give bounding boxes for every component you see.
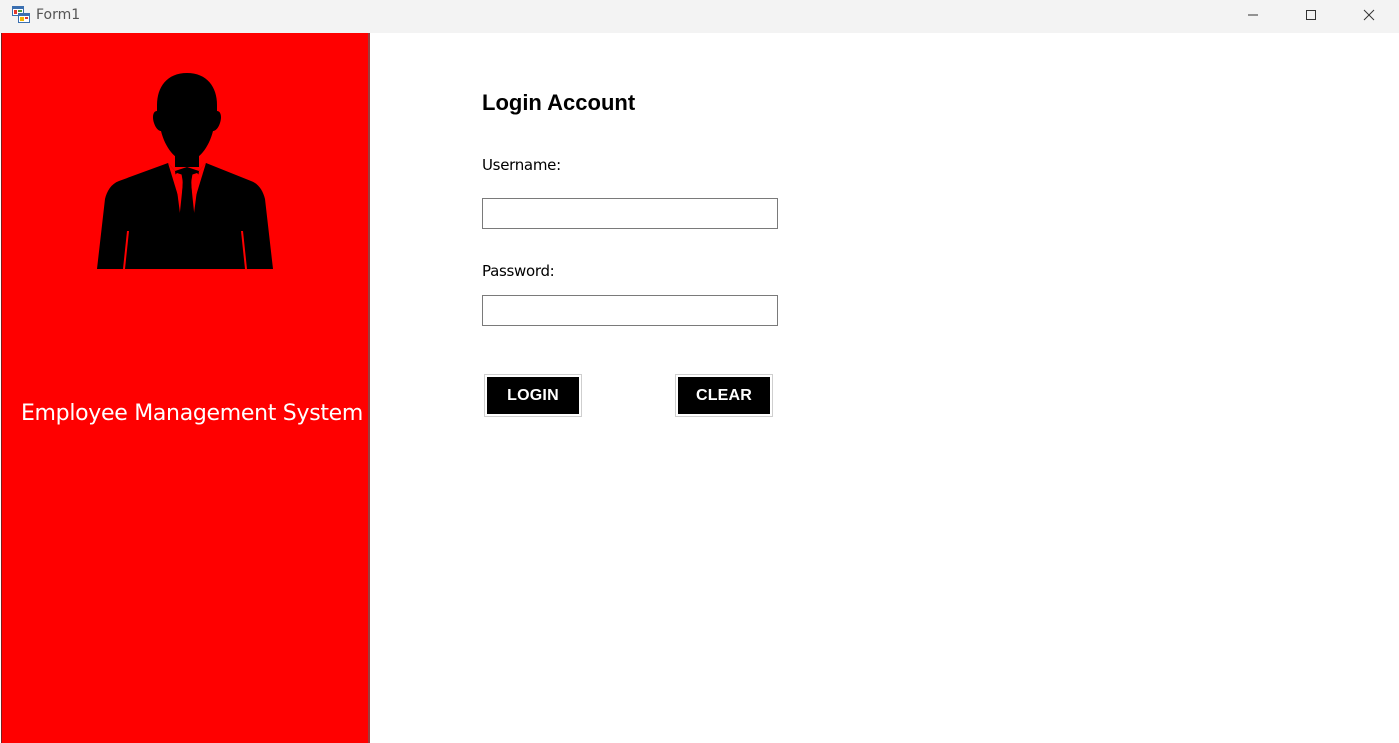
form-client-area: Employee Management System Login Account… <box>0 33 1399 743</box>
minimize-icon <box>1247 9 1259 21</box>
close-icon <box>1363 9 1375 21</box>
maximize-button[interactable] <box>1282 0 1340 30</box>
login-button-label: LOGIN <box>487 377 579 414</box>
password-label: Password: <box>482 262 555 280</box>
username-input[interactable] <box>482 198 778 229</box>
login-button[interactable]: LOGIN <box>484 374 582 417</box>
maximize-icon <box>1305 9 1317 21</box>
form-app-icon <box>12 6 30 23</box>
minimize-button[interactable] <box>1224 0 1282 30</box>
sidebar-panel: Employee Management System <box>1 33 370 743</box>
system-title: Employee Management System <box>20 401 364 426</box>
clear-button[interactable]: CLEAR <box>675 374 773 417</box>
login-heading: Login Account <box>482 90 636 115</box>
password-input[interactable] <box>482 295 778 326</box>
title-bar[interactable]: Form1 <box>0 0 1399 33</box>
business-person-icon <box>95 71 275 271</box>
close-button[interactable] <box>1340 0 1398 30</box>
clear-button-label: CLEAR <box>678 377 770 414</box>
login-window: Form1 Employee Management System Login A… <box>0 0 1399 743</box>
username-label: Username: <box>482 156 561 174</box>
window-title: Form1 <box>36 7 81 23</box>
